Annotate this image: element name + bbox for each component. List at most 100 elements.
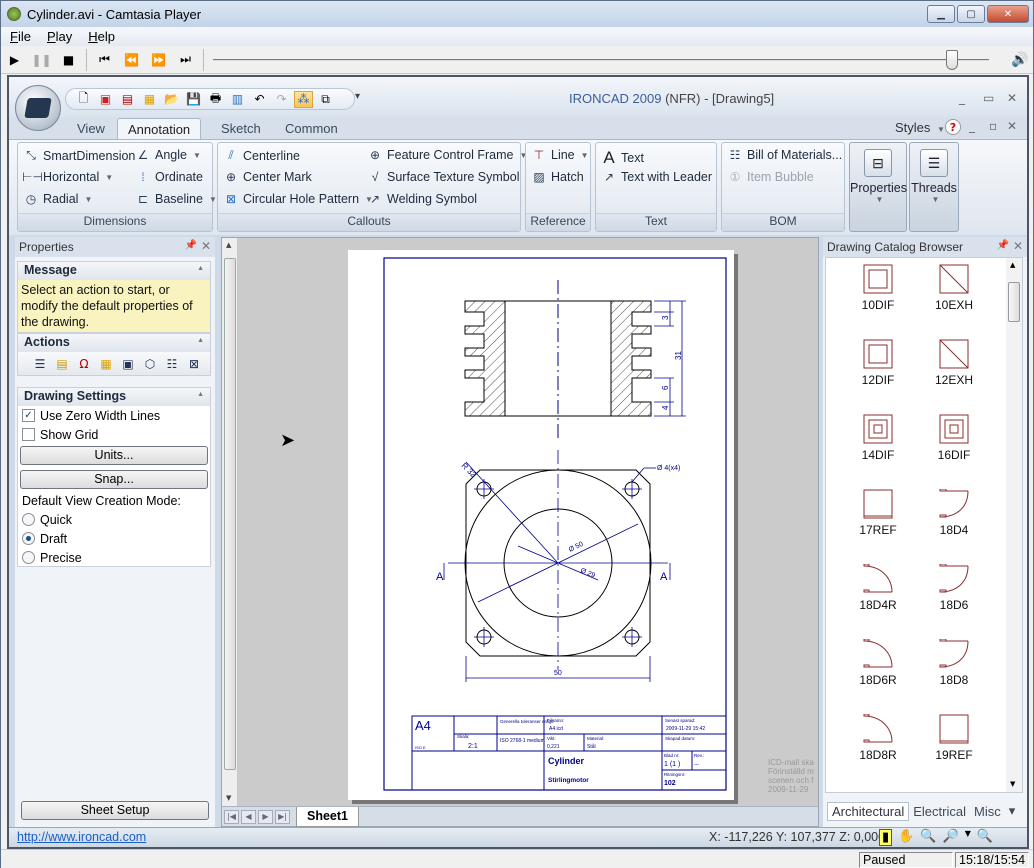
catalog-item[interactable]: 18D8R	[848, 714, 908, 762]
more-tabs-icon[interactable]: ▾	[1005, 802, 1020, 820]
pan-hand-icon[interactable]: ✋	[898, 829, 914, 846]
surface-texture-button[interactable]: √ Surface Texture Symbol	[366, 170, 520, 184]
doc-close-button[interactable]: ✕	[1007, 119, 1017, 133]
close-button[interactable]: ✕	[987, 5, 1029, 23]
catalog-item[interactable]: 16DIF	[924, 414, 984, 462]
3d-model-icon[interactable]: ⬡	[142, 356, 158, 372]
radial-button[interactable]: ◷ Radial ▼	[22, 192, 93, 206]
checkbox-unchecked[interactable]	[22, 428, 35, 441]
catalog-item[interactable]: 12EXH	[924, 339, 984, 387]
tab-common[interactable]: Common	[275, 118, 348, 140]
scrollbar-thumb[interactable]	[1008, 282, 1020, 322]
item-bubble-button[interactable]: ① Item Bubble	[726, 170, 814, 184]
application-button[interactable]	[15, 85, 61, 131]
feature-control-frame-button[interactable]: ⊕ Feature Control Frame ▼	[366, 148, 527, 162]
scroll-down-icon[interactable]: ▼	[1010, 780, 1015, 788]
website-link[interactable]: http://www.ironcad.com	[17, 830, 146, 844]
ruler-icon[interactable]: ▮	[879, 829, 893, 846]
catalog-item[interactable]: 10DIF	[848, 264, 908, 312]
mode-quick-radio[interactable]: Quick	[18, 510, 210, 529]
styles-dropdown[interactable]: Styles ▼	[895, 120, 945, 135]
open-drawing-icon[interactable]: ▦	[140, 91, 159, 108]
drawing-settings-header[interactable]: Drawing Settings	[18, 388, 210, 406]
scroll-up-icon[interactable]: ▲	[226, 241, 231, 249]
mode-precise-radio[interactable]: Precise	[18, 548, 210, 567]
scrollbar-thumb[interactable]	[224, 258, 236, 770]
import-icon[interactable]: ▥	[228, 91, 247, 108]
vertical-scrollbar[interactable]: ▲ ▼	[222, 238, 238, 808]
app-minimize-button[interactable]: _	[959, 91, 965, 105]
menu-play[interactable]: Play	[38, 29, 79, 44]
seek-slider-thumb[interactable]	[946, 50, 959, 70]
horizontal-button[interactable]: ⊢⊣ Horizontal ▼	[22, 170, 113, 184]
tab-sketch[interactable]: Sketch	[211, 118, 271, 140]
radio-selected[interactable]	[22, 532, 35, 545]
maximize-button[interactable]: ▢	[957, 5, 985, 23]
show-grid-checkbox[interactable]: Show Grid	[18, 425, 210, 444]
next-sheet-icon[interactable]: ▶	[258, 809, 273, 824]
properties-button[interactable]: ⊟ Properties ▼	[849, 142, 907, 232]
doc-minimize-button[interactable]: _	[969, 119, 975, 133]
scene-tree-icon[interactable]: ⁂	[294, 90, 313, 108]
snap-button[interactable]: Snap...	[20, 470, 208, 489]
first-sheet-icon[interactable]: |◀	[224, 809, 239, 824]
skip-start-button[interactable]: ⏮	[91, 52, 118, 67]
chevron-down-icon[interactable]: ▼	[965, 829, 971, 846]
catalog-item[interactable]: 10EXH	[924, 264, 984, 312]
use-zero-width-checkbox[interactable]: ✓ Use Zero Width Lines	[18, 406, 210, 425]
smartdimension-button[interactable]: ⤡ SmartDimension	[22, 148, 135, 163]
pin-icon[interactable]: 📌	[997, 240, 1009, 251]
center-mark-button[interactable]: ⊕ Center Mark	[222, 170, 312, 184]
baseline-button[interactable]: ⊏ Baseline ▼	[134, 192, 217, 206]
welding-symbol-button[interactable]: ↗ Welding Symbol	[366, 192, 477, 206]
print-icon[interactable]: 🖶	[206, 91, 225, 108]
catalog-scrollbar[interactable]: ▲ ▼	[1006, 258, 1022, 792]
new-icon[interactable]: 🗋	[74, 91, 93, 108]
doc-restore-button[interactable]: ▫	[989, 119, 997, 133]
catalog-item[interactable]: 18D8	[924, 639, 984, 687]
catalog-tab-misc[interactable]: Misc	[970, 803, 1005, 820]
text-with-leader-button[interactable]: ↗ Text with Leader	[600, 170, 712, 184]
ordinate-button[interactable]: ⁞ Ordinate	[134, 170, 203, 184]
menu-help[interactable]: Help	[79, 29, 122, 44]
prev-sheet-icon[interactable]: ◀	[241, 809, 256, 824]
text-button[interactable]: A Text	[600, 148, 644, 168]
view-frame-icon[interactable]: ▣	[120, 356, 136, 372]
close-icon[interactable]: ✕	[201, 239, 211, 253]
seek-track[interactable]	[213, 59, 989, 61]
mode-draft-radio[interactable]: Draft	[18, 529, 210, 548]
catalog-item[interactable]: 18D6	[924, 564, 984, 612]
catalog-item[interactable]: 12DIF	[848, 339, 908, 387]
catalog-item[interactable]: 19REF	[924, 714, 984, 762]
new-drawing-icon[interactable]: ▣	[96, 91, 115, 108]
app-close-button[interactable]: ✕	[1007, 91, 1017, 105]
new-template-icon[interactable]: ▤	[118, 91, 137, 108]
zoom-previous-icon[interactable]: 🔍	[977, 829, 993, 846]
stop-button[interactable]: ■	[55, 53, 82, 67]
sheet-setup-button[interactable]: Sheet Setup	[21, 801, 209, 820]
sheet-tab[interactable]: Sheet1	[296, 806, 359, 827]
drawing-canvas[interactable]: ▲ ▼ 3 31 6 4 R 32 Ø 4(x4) Ø 50 Ø 29 50 A…	[221, 237, 819, 827]
minimize-button[interactable]: ▁	[927, 5, 955, 23]
link-icon[interactable]: Ω	[76, 356, 92, 372]
play-button[interactable]: ▶	[1, 53, 28, 67]
catalog-tab-electrical[interactable]: Electrical	[909, 803, 970, 820]
hole-table-icon[interactable]: ⊠	[186, 356, 202, 372]
radio[interactable]	[22, 513, 35, 526]
catalog-item[interactable]: 17REF	[848, 489, 908, 537]
bill-of-materials-button[interactable]: ☷ Bill of Materials...	[726, 148, 843, 162]
pause-button[interactable]: ❚❚	[28, 53, 55, 67]
catalog-tab-architectural[interactable]: Architectural	[827, 801, 910, 821]
rewind-button[interactable]: ⏪	[118, 53, 145, 67]
customize-qat-icon[interactable]: ▾	[355, 91, 360, 102]
message-header[interactable]: Message	[18, 262, 210, 280]
app-restore-button[interactable]: ▭	[983, 91, 994, 105]
last-sheet-icon[interactable]: ▶|	[275, 809, 290, 824]
hatch-button[interactable]: ▨ Hatch	[530, 170, 583, 184]
forward-button[interactable]: ⏩	[145, 53, 172, 67]
close-icon[interactable]: ✕	[1013, 239, 1023, 253]
copy-dropdown-icon[interactable]: ⧉	[316, 91, 335, 108]
undo-icon[interactable]: ↶	[250, 91, 269, 108]
units-button[interactable]: Units...	[20, 446, 208, 465]
line-button[interactable]: ⊤ Line ▼	[530, 148, 589, 162]
